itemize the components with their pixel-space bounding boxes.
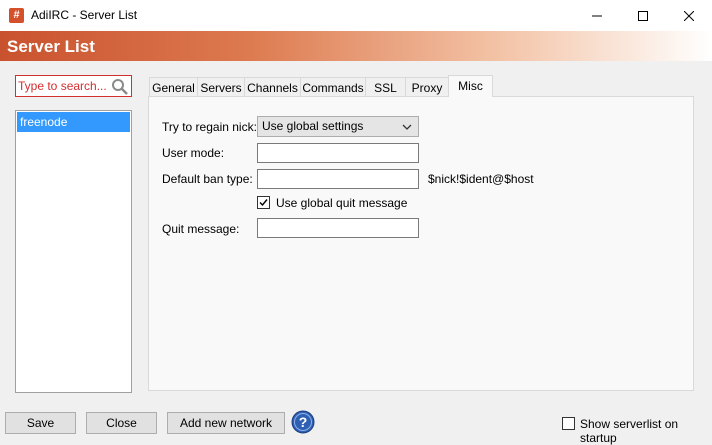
misc-panel xyxy=(148,96,694,391)
tab-servers[interactable]: Servers xyxy=(197,77,245,97)
close-icon xyxy=(684,10,694,21)
checkmark-icon xyxy=(259,199,268,207)
chevron-down-icon xyxy=(402,124,412,130)
global-quit-checkbox[interactable] xyxy=(257,196,270,209)
quit-message-label: Quit message: xyxy=(162,222,240,236)
close-button[interactable]: Close xyxy=(86,412,157,434)
regain-nick-value: Use global settings xyxy=(262,119,364,133)
user-mode-field[interactable] xyxy=(257,143,419,163)
close-window-button[interactable] xyxy=(666,0,712,31)
tab-misc[interactable]: Misc xyxy=(448,75,493,97)
search-box[interactable] xyxy=(15,75,132,97)
minimize-button[interactable] xyxy=(574,0,620,31)
header-banner: Server List xyxy=(0,31,712,61)
tab-general[interactable]: General xyxy=(149,77,198,97)
page-title: Server List xyxy=(7,37,95,56)
title-bar: # AdiIRC - Server List xyxy=(0,0,712,32)
quit-message-field[interactable] xyxy=(257,218,419,238)
save-button[interactable]: Save xyxy=(5,412,76,434)
ban-type-hint: $nick!$ident@$host xyxy=(428,172,534,186)
list-item[interactable]: freenode xyxy=(17,112,130,132)
tab-channels[interactable]: Channels xyxy=(244,77,301,97)
show-on-startup-checkbox[interactable] xyxy=(562,417,575,430)
ban-type-field[interactable] xyxy=(257,169,419,189)
search-input[interactable] xyxy=(18,78,106,94)
help-icon[interactable]: ? xyxy=(291,410,315,434)
user-mode-label: User mode: xyxy=(162,146,225,160)
app-icon: # xyxy=(9,8,24,23)
regain-nick-label: Try to regain nick: xyxy=(162,120,257,134)
maximize-button[interactable] xyxy=(620,0,666,31)
tab-proxy[interactable]: Proxy xyxy=(405,77,449,97)
search-icon[interactable] xyxy=(111,78,129,96)
tab-ssl[interactable]: SSL xyxy=(365,77,406,97)
window-title: AdiIRC - Server List xyxy=(31,8,138,22)
regain-nick-select[interactable]: Use global settings xyxy=(257,116,419,137)
server-list[interactable]: freenode xyxy=(15,110,132,393)
minimize-icon xyxy=(592,15,602,16)
maximize-icon xyxy=(638,10,648,21)
show-on-startup-label[interactable]: Show serverlist on startup xyxy=(580,417,712,445)
svg-text:?: ? xyxy=(299,414,308,430)
add-network-button[interactable]: Add new network xyxy=(167,412,285,434)
tab-commands[interactable]: Commands xyxy=(300,77,366,97)
global-quit-label[interactable]: Use global quit message xyxy=(276,196,407,210)
ban-type-label: Default ban type: xyxy=(162,172,253,186)
